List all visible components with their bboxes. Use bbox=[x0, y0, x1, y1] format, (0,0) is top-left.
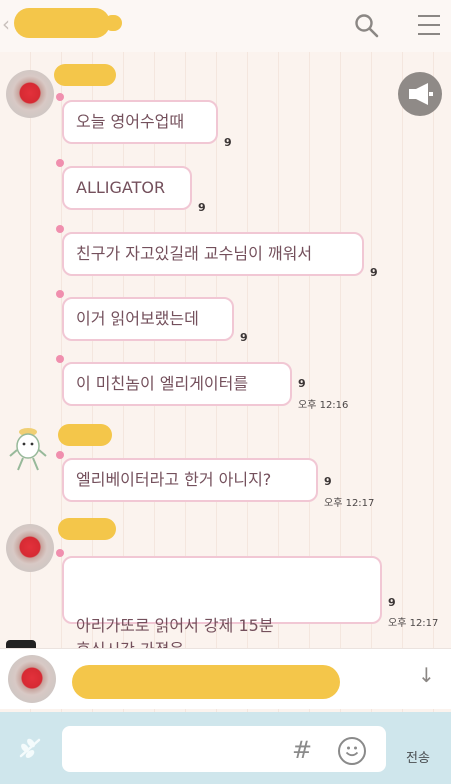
message-text: 오늘 영어수업때 bbox=[76, 112, 185, 131]
emoticon-icon[interactable] bbox=[16, 734, 44, 762]
message-text: 친구가 자고있길래 교수님이 깨워서 bbox=[76, 244, 313, 263]
unread-count: 9 bbox=[370, 266, 378, 279]
sender-name-redaction bbox=[58, 518, 116, 540]
avatar bbox=[8, 655, 56, 703]
message-bubble[interactable]: 오늘 영어수업때 bbox=[56, 93, 218, 144]
bubble-pin bbox=[56, 355, 64, 363]
message-time: 오후 12:17 bbox=[324, 498, 375, 509]
chat-title-redaction-tail bbox=[104, 15, 122, 31]
arrow-down-icon[interactable]: ↓ bbox=[418, 663, 435, 687]
back-icon[interactable]: ‹ bbox=[2, 12, 10, 36]
message-bubble[interactable]: 아리가또로 읽어서 강제 15분 휴식시간 가졌음 bbox=[56, 549, 382, 659]
unread-count: 9 bbox=[198, 201, 206, 214]
input-bar: # 전송 bbox=[0, 712, 451, 784]
search-icon[interactable] bbox=[354, 13, 380, 39]
sender-name-redaction bbox=[54, 64, 116, 86]
preview-redaction bbox=[72, 665, 340, 699]
message-time: 오후 12:17 bbox=[388, 618, 439, 629]
smile-icon[interactable] bbox=[338, 737, 366, 765]
bubble-pin bbox=[56, 159, 64, 167]
message-text: 이 미친놈이 엘리게이터를 bbox=[76, 374, 249, 393]
megaphone-icon[interactable] bbox=[398, 72, 442, 116]
unread-count: 9 bbox=[388, 596, 396, 609]
message-bubble[interactable]: ALLIGATOR bbox=[56, 159, 192, 210]
message-time: 오후 12:16 bbox=[298, 400, 349, 411]
message-bubble[interactable]: 이 미친놈이 엘리게이터를 bbox=[56, 355, 292, 406]
bubble-pin bbox=[56, 290, 64, 298]
chat-title-redaction bbox=[14, 8, 110, 38]
bubble-pin bbox=[56, 549, 64, 557]
unread-count: 9 bbox=[240, 331, 248, 344]
menu-icon[interactable] bbox=[418, 15, 440, 35]
partial-message-row bbox=[0, 636, 451, 648]
avatar[interactable] bbox=[6, 70, 54, 118]
message-input[interactable]: # bbox=[62, 726, 386, 772]
message-bubble[interactable]: 친구가 자고있길래 교수님이 깨워서 bbox=[56, 225, 364, 276]
avatar[interactable] bbox=[6, 524, 54, 572]
message-bubble[interactable]: 엘리베이터라고 한거 아니지? bbox=[56, 451, 318, 502]
send-button[interactable]: 전송 bbox=[406, 747, 430, 766]
mascot-avatar[interactable] bbox=[6, 424, 50, 474]
message-text: 이거 읽어보랬는데 bbox=[76, 309, 199, 328]
unread-count: 9 bbox=[224, 136, 232, 149]
message-bubble[interactable]: 이거 읽어보랬는데 bbox=[56, 290, 234, 341]
message-text: ALLIGATOR bbox=[76, 178, 166, 197]
bubble-pin bbox=[56, 451, 64, 459]
unread-count: 9 bbox=[324, 475, 332, 488]
latest-message-preview[interactable]: ↓ bbox=[0, 648, 451, 709]
message-text: 엘리베이터라고 한거 아니지? bbox=[76, 470, 272, 489]
chat-header: ‹ bbox=[0, 0, 451, 52]
bubble-pin bbox=[56, 93, 64, 101]
bubble-pin bbox=[56, 225, 64, 233]
unread-count: 9 bbox=[298, 377, 306, 390]
sender-name-redaction bbox=[58, 424, 112, 446]
hash-icon[interactable]: # bbox=[292, 736, 312, 764]
